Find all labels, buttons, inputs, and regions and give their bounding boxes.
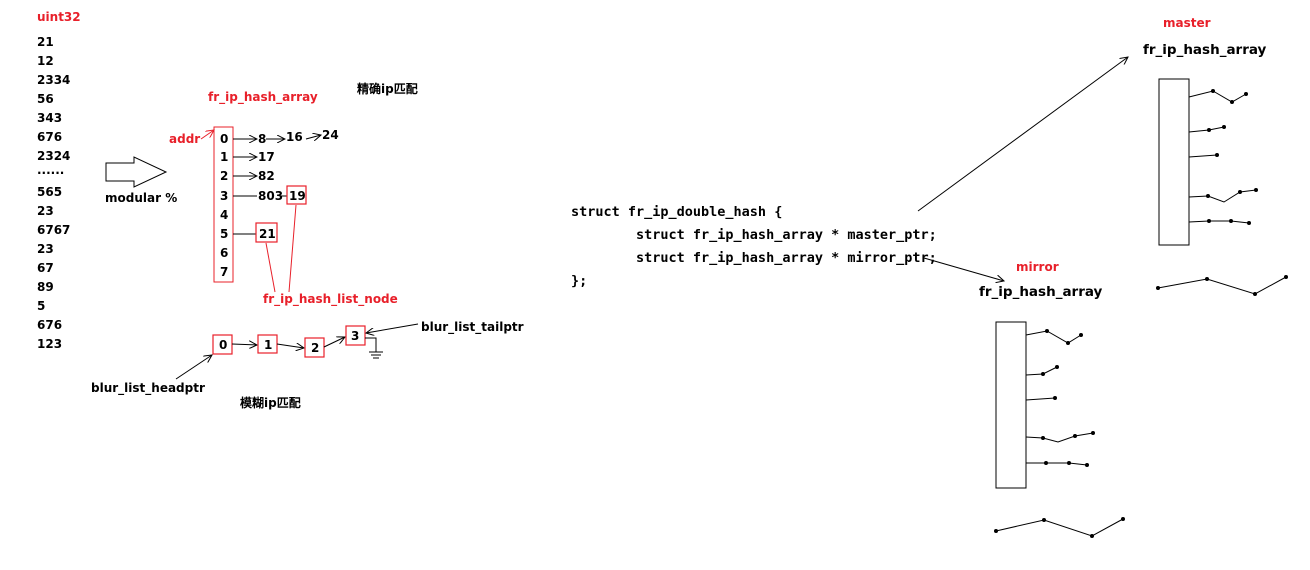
- uint32-list: uint32 21 12 2334 56 343 676 2324 ······…: [37, 10, 81, 351]
- blur-arrow: [323, 337, 345, 348]
- modular-label: modular %: [105, 191, 177, 205]
- uint-value: 2334: [37, 73, 70, 87]
- array-index: 6: [220, 246, 228, 260]
- blur-node: 3: [351, 329, 359, 343]
- uint-value: 67: [37, 261, 54, 275]
- uint-value: 5: [37, 299, 45, 313]
- struct-code: struct fr_ip_double_hash { struct fr_ip_…: [571, 204, 937, 289]
- chain-node: 82: [258, 169, 275, 183]
- uint32-title: uint32: [37, 10, 81, 24]
- array-index: 3: [220, 189, 228, 203]
- master-array-label: fr_ip_hash_array: [1143, 42, 1267, 58]
- chain-arrow: [305, 135, 321, 139]
- headptr-label: blur_list_headptr: [91, 381, 205, 396]
- list-node-pointer: [265, 242, 276, 293]
- array-index: 0: [220, 132, 228, 146]
- list-node-pointer: [288, 204, 297, 293]
- addr-label: addr: [169, 132, 200, 146]
- master-array-box: [1158, 78, 1190, 246]
- chain-node: 17: [258, 150, 275, 164]
- chain-node: 24: [322, 128, 339, 142]
- uint-value: 676: [37, 130, 62, 144]
- uint-value: 89: [37, 280, 54, 294]
- uint-value: 343: [37, 111, 62, 125]
- code-line: struct fr_ip_hash_array * master_ptr;: [571, 227, 937, 243]
- ip-hash-diagram: uint32 21 12 2334 56 343 676 2324 ······…: [37, 10, 1288, 538]
- headptr-arrow: [175, 355, 212, 380]
- addr-arrow: [200, 130, 214, 140]
- hash-array-indices: 0 1 2 3 4 5 6 7: [220, 132, 228, 279]
- code-line: };: [571, 273, 587, 289]
- master-ptr-arrow: [917, 57, 1128, 212]
- mirror-label: mirror: [1016, 260, 1059, 274]
- mirror-array: mirror fr_ip_hash_array: [979, 260, 1125, 538]
- tailptr-label: blur_list_tailptr: [421, 320, 524, 335]
- uint-value: 23: [37, 204, 54, 218]
- chain-node: 803: [258, 189, 283, 203]
- tailptr-arrow: [366, 323, 419, 333]
- master-array: master fr_ip_hash_array: [1143, 16, 1288, 296]
- ground-icon: [365, 337, 383, 359]
- mirror-ptr-arrow: [923, 257, 1004, 281]
- array-index: 7: [220, 265, 228, 279]
- array-index: 5: [220, 227, 228, 241]
- code-line: struct fr_ip_double_hash {: [571, 204, 782, 220]
- master-label: master: [1163, 16, 1211, 30]
- code-line: struct fr_ip_hash_array * mirror_ptr;: [571, 250, 937, 266]
- uint-value: 12: [37, 54, 54, 68]
- exact-match-label: 精确ip匹配: [357, 81, 418, 96]
- chain-node: 8: [258, 132, 266, 146]
- uint-value: 123: [37, 337, 62, 351]
- blur-arrow: [276, 344, 304, 348]
- chain-node: 19: [289, 189, 306, 203]
- uint-value: 676: [37, 318, 62, 332]
- mirror-array-box: [995, 321, 1027, 489]
- uint-value: 2324: [37, 149, 70, 163]
- array-index: 1: [220, 150, 228, 164]
- uint-value: 23: [37, 242, 54, 256]
- list-node-label: fr_ip_hash_list_node: [263, 292, 398, 307]
- uint-value-ellipsis: ······: [37, 166, 64, 180]
- chain-node: 21: [259, 227, 276, 241]
- uint-value: 21: [37, 35, 54, 49]
- uint-value: 6767: [37, 223, 70, 237]
- modular-arrow: modular %: [105, 156, 177, 205]
- hash-array-title: fr_ip_hash_array: [208, 90, 318, 105]
- mirror-array-label: fr_ip_hash_array: [979, 284, 1103, 300]
- blur-node: 0: [219, 338, 227, 352]
- array-index: 2: [220, 169, 228, 183]
- uint-value: 56: [37, 92, 54, 106]
- blur-list: 0 1 2 3 blur_list_tailptr blur_list_head…: [91, 320, 524, 410]
- fuzzy-match-label: 模糊ip匹配: [240, 395, 301, 410]
- blur-node: 2: [311, 341, 319, 355]
- blur-arrow: [231, 344, 257, 345]
- array-index: 4: [220, 208, 228, 222]
- hollow-arrow-icon: [105, 156, 168, 188]
- chain-node: 16: [286, 130, 303, 144]
- blur-node: 1: [264, 338, 272, 352]
- uint-value: 565: [37, 185, 62, 199]
